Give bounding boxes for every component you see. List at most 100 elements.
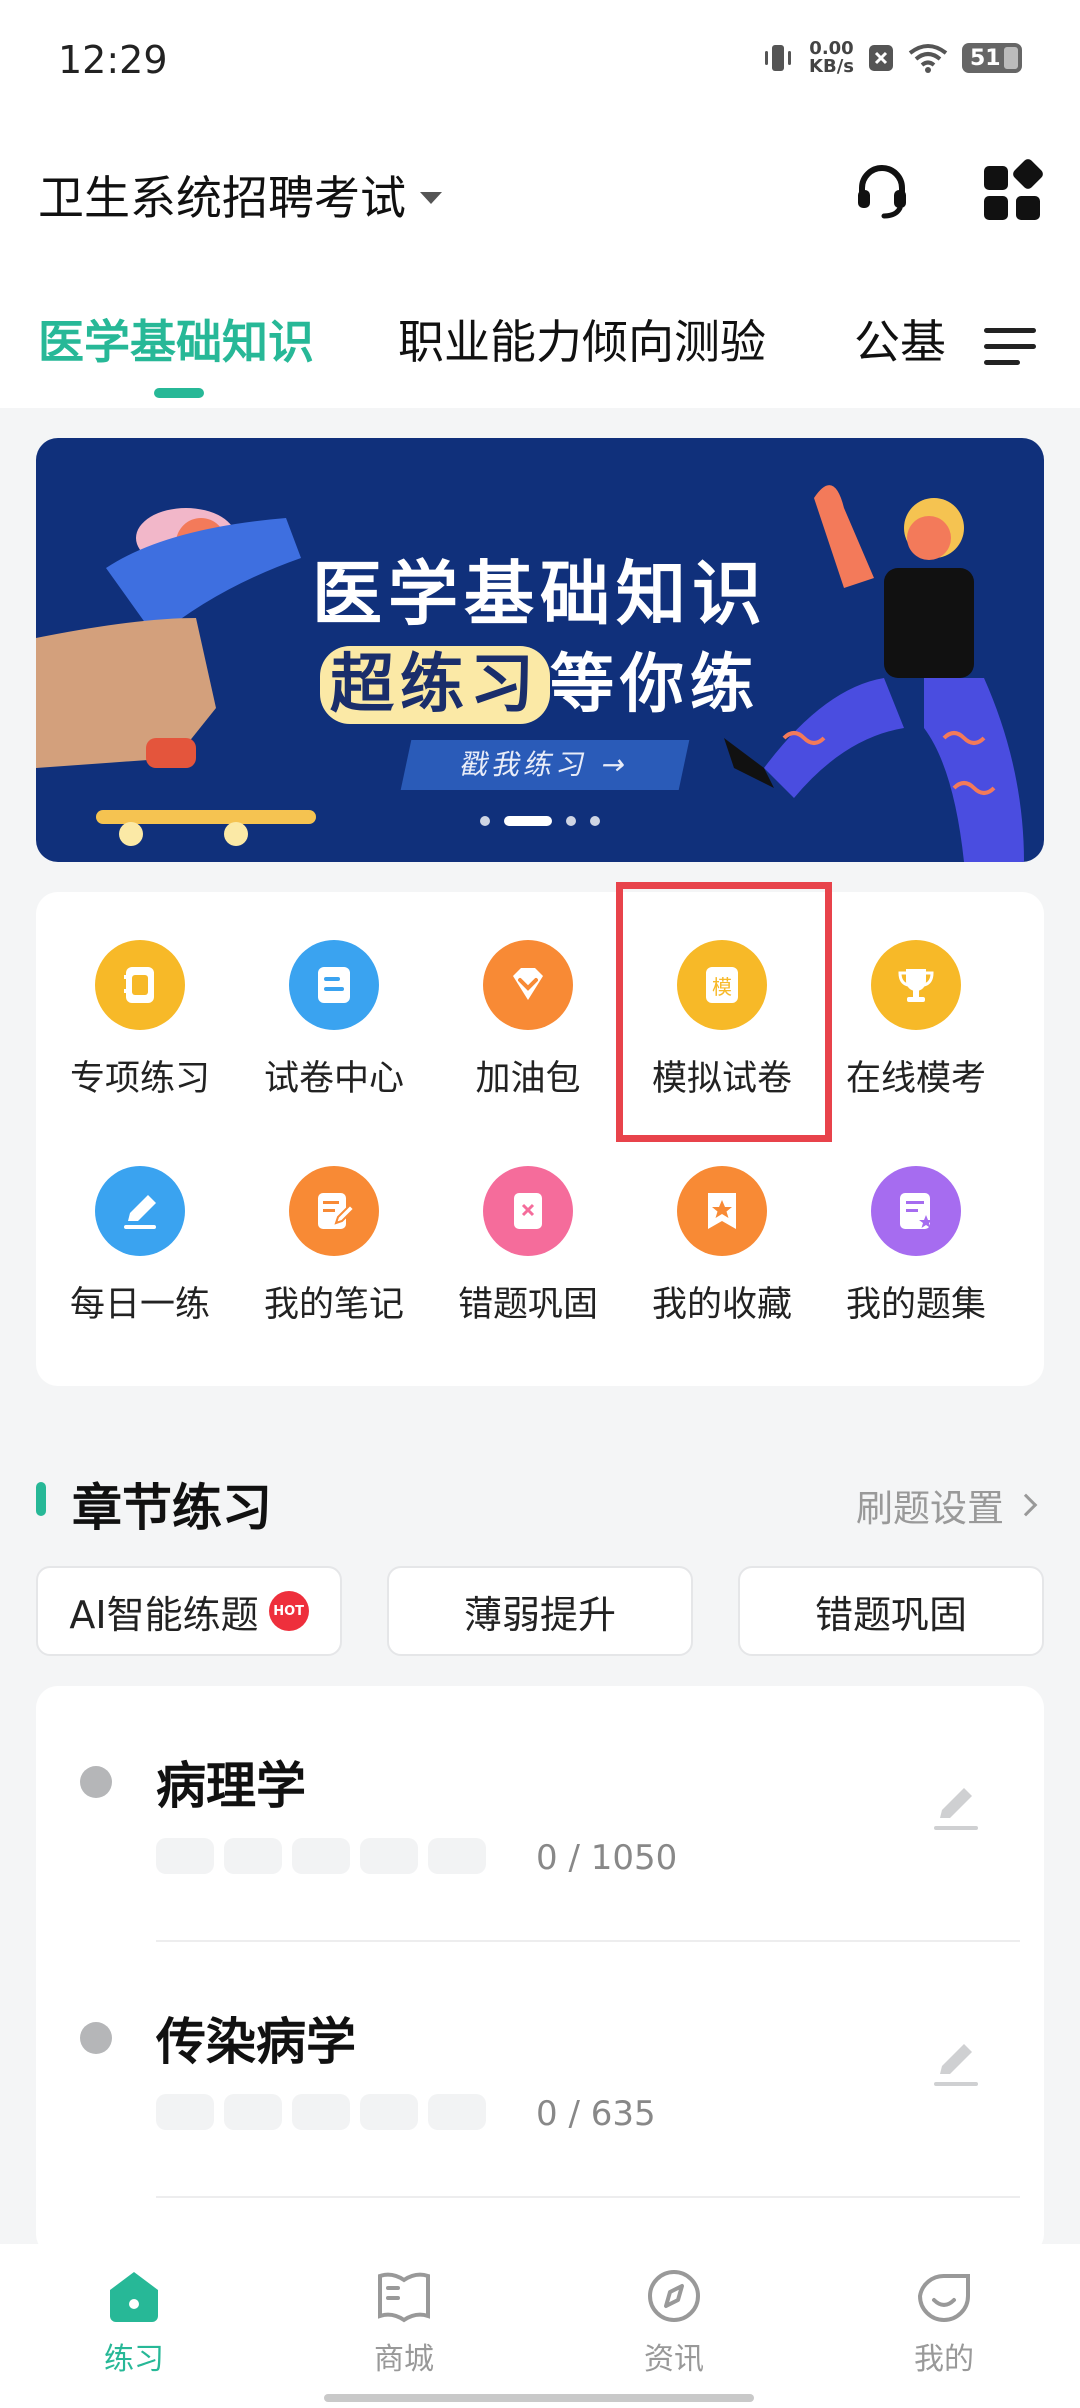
dropdown-caret-icon bbox=[420, 192, 442, 204]
promo-banner[interactable]: 医学基础知识 超练习 等你练 戳我练习 → bbox=[36, 438, 1044, 862]
nav-profile[interactable]: 我的 bbox=[844, 2266, 1044, 2378]
headset-icon bbox=[858, 165, 906, 219]
nav-news[interactable]: 资讯 bbox=[574, 2266, 774, 2378]
book-open-icon bbox=[378, 2272, 430, 2323]
edit-icon[interactable] bbox=[930, 2038, 984, 2092]
grid-label: 每日一练 bbox=[69, 1285, 210, 1325]
question-set-icon bbox=[871, 1166, 961, 1256]
nav-label: 商城 bbox=[374, 2342, 434, 2377]
weak-point-chip[interactable]: 薄弱提升 bbox=[387, 1566, 693, 1656]
grid-item-online-exam[interactable]: 在线模考 bbox=[826, 940, 1006, 1110]
hot-badge-icon: HOT bbox=[268, 1591, 309, 1631]
net-speed-unit: KB/s bbox=[809, 56, 854, 77]
chapter-row[interactable]: 病理学 0 / 1050 bbox=[36, 1686, 1044, 1942]
grid-item-my-notes[interactable]: 我的笔记 bbox=[244, 1166, 424, 1336]
chip-label: AI智能练题 bbox=[69, 1592, 259, 1637]
tab-public-basics[interactable]: 公基 bbox=[854, 306, 946, 372]
grid-item-special-practice[interactable]: 专项练习 bbox=[50, 940, 230, 1110]
section-title: 章节练习 bbox=[72, 1479, 272, 1537]
chip-label: 错题巩固 bbox=[814, 1592, 967, 1637]
chapter-title: 病理学 bbox=[156, 1757, 306, 1815]
edit-icon[interactable] bbox=[930, 1782, 984, 1836]
chip-label: 薄弱提升 bbox=[463, 1592, 616, 1637]
function-grid: 专项练习 试卷中心 加油包 模 模拟试卷 在线模考 每日一练 我的笔记 错题巩固… bbox=[36, 892, 1044, 1386]
nav-practice[interactable]: 练习 bbox=[34, 2266, 234, 2378]
customer-support-button[interactable] bbox=[842, 150, 922, 230]
compass-icon bbox=[648, 2270, 700, 2322]
banner-subtitle-rest: 等你练 bbox=[550, 648, 760, 722]
chapter-section-header: 章节练习 刷题设置 bbox=[36, 1468, 1044, 1537]
carousel-dot-active bbox=[504, 816, 552, 826]
grid-label: 专项练习 bbox=[69, 1059, 210, 1099]
grid-label: 我的收藏 bbox=[651, 1285, 792, 1325]
apps-grid-icon bbox=[984, 159, 1043, 220]
trophy-icon bbox=[871, 940, 961, 1030]
practice-mode-chips: AI智能练题 HOT 薄弱提升 错题巩固 bbox=[36, 1566, 1044, 1656]
status-time: 12:29 bbox=[58, 38, 168, 82]
carousel-dot bbox=[480, 816, 490, 826]
status-dot bbox=[80, 2022, 112, 2054]
chapter-list: 病理学 0 / 1050 传染病学 0 / 635 bbox=[36, 1686, 1044, 2256]
battery-level: 51 bbox=[970, 45, 1001, 71]
progress-segments bbox=[156, 2094, 486, 2130]
banner-highlight: 超练习 bbox=[320, 646, 550, 724]
nav-label: 我的 bbox=[914, 2342, 974, 2377]
row-divider bbox=[156, 2196, 1020, 2198]
banner-cta-button[interactable]: 戳我练习 → bbox=[400, 740, 690, 790]
carousel-dots bbox=[36, 816, 1044, 826]
smile-face-icon bbox=[917, 2273, 970, 2322]
tab-vocational-aptitude[interactable]: 职业能力倾向测验 bbox=[398, 306, 766, 372]
wrong-review-chip[interactable]: 错题巩固 bbox=[738, 1566, 1044, 1656]
tab-medical-basics[interactable]: 医学基础知识 bbox=[38, 306, 314, 372]
chapter-row[interactable]: 传染病学 0 / 635 bbox=[36, 1942, 1044, 2198]
banner-subtitle: 超练习 等你练 bbox=[36, 633, 1044, 725]
chevron-right-icon bbox=[1014, 1493, 1038, 1517]
practice-settings-label: 刷题设置 bbox=[856, 1487, 1004, 1530]
active-tab-indicator bbox=[154, 388, 204, 398]
grid-label: 我的题集 bbox=[845, 1285, 986, 1325]
chapter-title: 传染病学 bbox=[156, 2013, 356, 2071]
battery-icon: 51 bbox=[962, 43, 1022, 73]
chapter-count: 0 / 635 bbox=[536, 2094, 656, 2134]
pencil-icon bbox=[95, 1166, 185, 1256]
carousel-dot bbox=[566, 816, 576, 826]
status-icons: 0.00 KB/s 51 bbox=[761, 40, 1022, 76]
notification-x-icon bbox=[868, 43, 894, 73]
grid-item-wrong-questions[interactable]: 错题巩固 bbox=[438, 1166, 618, 1336]
status-dot bbox=[80, 1766, 112, 1798]
grid-item-daily-practice[interactable]: 每日一练 bbox=[50, 1166, 230, 1336]
grid-item-paper-center[interactable]: 试卷中心 bbox=[244, 940, 424, 1110]
tab-menu-button[interactable] bbox=[980, 312, 1040, 372]
grid-label: 在线模考 bbox=[845, 1059, 986, 1099]
grid-item-boost-pack[interactable]: 加油包 bbox=[438, 940, 618, 1110]
status-bar: 12:29 0.00 KB/s 51 bbox=[0, 0, 1080, 126]
grid-label: 加油包 bbox=[475, 1059, 581, 1099]
ai-practice-chip[interactable]: AI智能练题 HOT bbox=[36, 1566, 342, 1656]
notebook-icon bbox=[95, 940, 185, 1030]
grid-label: 我的笔记 bbox=[263, 1285, 404, 1325]
apps-button[interactable] bbox=[972, 150, 1052, 230]
wifi-icon bbox=[908, 43, 948, 73]
note-edit-icon bbox=[289, 1166, 379, 1256]
carousel-dot bbox=[590, 816, 600, 826]
nav-store[interactable]: 商城 bbox=[304, 2266, 504, 2378]
progress-segments bbox=[156, 1838, 486, 1874]
exam-title: 卫生系统招聘考试 bbox=[38, 171, 406, 225]
practice-settings-link[interactable]: 刷题设置 bbox=[856, 1478, 1038, 1532]
grid-label: 错题巩固 bbox=[457, 1285, 598, 1325]
net-speed: 0.00 KB/s bbox=[809, 40, 854, 76]
exam-selector[interactable]: 卫生系统招聘考试 bbox=[38, 162, 442, 228]
grid-label: 试卷中心 bbox=[263, 1059, 404, 1099]
grid-item-my-question-sets[interactable]: 我的题集 bbox=[826, 1166, 1006, 1336]
menu-lines-icon bbox=[984, 328, 1036, 333]
subject-tabs: 医学基础知识 职业能力倾向测验 公基 bbox=[0, 300, 1080, 400]
chapter-count: 0 / 1050 bbox=[536, 1838, 678, 1878]
home-indicator bbox=[324, 2394, 754, 2402]
section-accent-bar bbox=[36, 1482, 46, 1516]
banner-title: 医学基础知识 bbox=[312, 553, 768, 635]
document-icon bbox=[289, 940, 379, 1030]
grid-item-my-favorites[interactable]: 我的收藏 bbox=[632, 1166, 812, 1336]
nav-label: 资讯 bbox=[644, 2342, 704, 2377]
highlight-box bbox=[616, 882, 832, 1142]
bottom-navigation: 练习 商城 资讯 我的 bbox=[0, 2244, 1080, 2408]
